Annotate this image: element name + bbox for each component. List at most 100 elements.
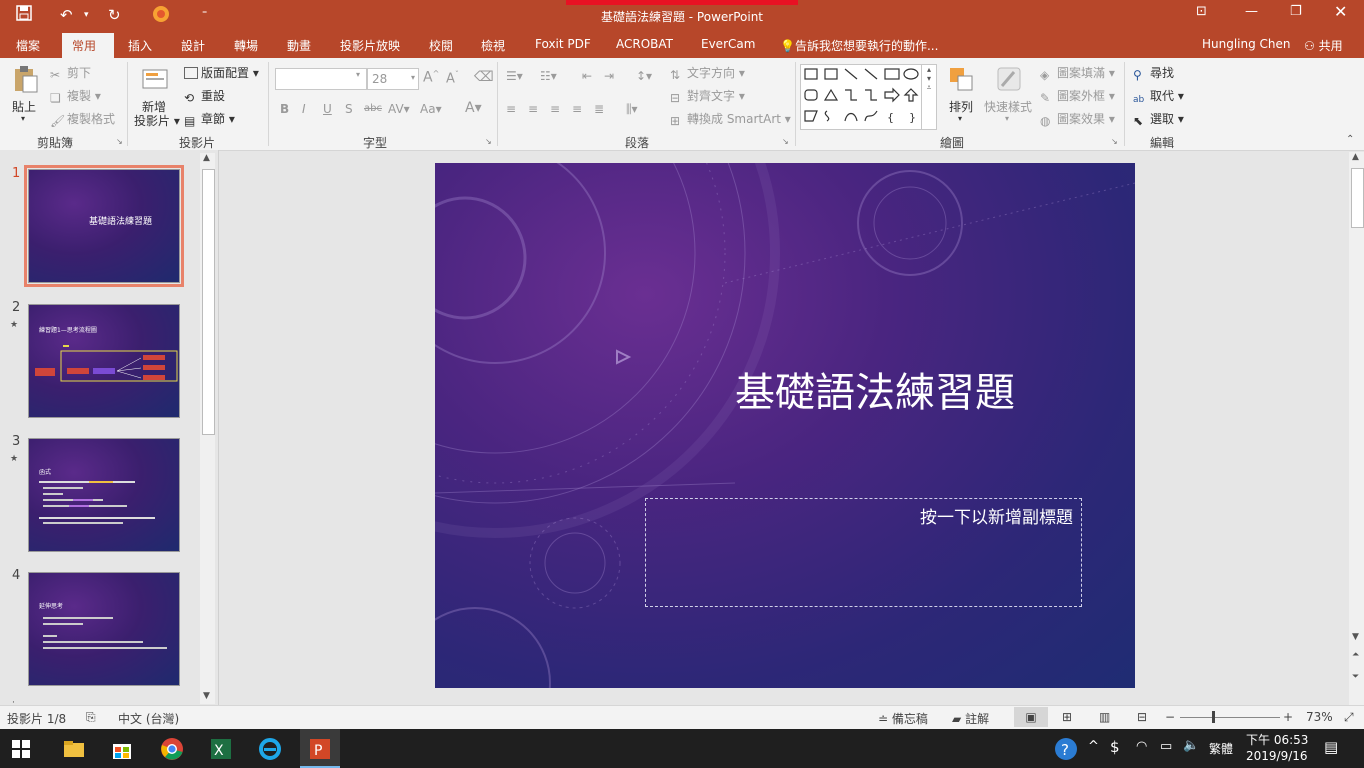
clear-format-icon[interactable]: ⌫ (474, 69, 494, 85)
powerpoint-taskbar-button[interactable]: P (300, 729, 340, 768)
tab-view[interactable]: 檢視 (481, 37, 505, 54)
paste-icon[interactable] (10, 64, 40, 94)
line-spacing-icon[interactable]: ↕▾ (636, 69, 652, 83)
tab-foxit[interactable]: Foxit PDF (535, 37, 591, 51)
paste-dropdown-icon[interactable]: ▾ (21, 114, 25, 123)
decrease-indent-icon[interactable]: ⇤ (582, 69, 592, 83)
shrink-font-icon[interactable]: Aˇ (446, 70, 459, 86)
currency-icon[interactable]: $ (1110, 738, 1120, 756)
font-name-dropdown-icon[interactable]: ▾ (356, 70, 360, 79)
slide-thumbnail-2[interactable]: 練習題1—思考流程圖 (28, 304, 180, 418)
chrome-icon[interactable] (160, 737, 184, 761)
align-right-icon[interactable]: ≡ (550, 102, 560, 116)
align-text-button[interactable]: ⊟ 對齊文字 ▾ (670, 87, 745, 105)
slide-title[interactable]: 基礎語法練習題 (675, 360, 1075, 418)
shape-outline-button[interactable]: ✎ 圖案外框 ▾ (1040, 87, 1115, 105)
select-button[interactable]: ⬉ 選取 ▾ (1133, 110, 1184, 128)
cut-button[interactable]: ✂ 剪下 (50, 64, 91, 82)
close-icon[interactable]: ✕ (1334, 2, 1347, 21)
bullets-icon[interactable]: ☰▾ (506, 69, 523, 83)
file-explorer-icon[interactable] (62, 737, 86, 761)
battery-icon[interactable]: ▭ (1160, 739, 1172, 754)
tell-me-box[interactable]: 💡告訴我您想要執行的動作... (780, 37, 938, 54)
shape-effects-button[interactable]: ◍ 圖案效果 ▾ (1040, 110, 1115, 128)
tab-animations[interactable]: 動畫 (287, 37, 311, 54)
replace-button[interactable]: ab 取代 ▾ (1133, 87, 1184, 109)
quick-styles-dropdown-icon[interactable]: ▾ (1005, 114, 1009, 123)
align-center-icon[interactable]: ≡ (528, 102, 538, 116)
tab-design[interactable]: 設計 (181, 37, 205, 54)
columns-icon[interactable]: ⫼▾ (626, 102, 638, 117)
comments-button[interactable]: ▰ 註解 (952, 710, 989, 727)
change-case-icon[interactable]: Aa▾ (420, 102, 442, 116)
wifi-icon[interactable]: ◠ (1136, 739, 1147, 754)
help-icon[interactable]: ? (1054, 737, 1078, 761)
italic-icon[interactable]: I (302, 102, 306, 116)
thumbnail-scrollbar[interactable]: ▲ ▼ (200, 153, 215, 704)
slide-canvas[interactable]: 基礎語法練習題 按一下以新增副標題 (435, 163, 1135, 688)
spellcheck-icon[interactable]: ⎘ (86, 710, 96, 725)
strikethrough-icon[interactable]: abc (364, 103, 382, 114)
notification-icon[interactable]: ▤ (1324, 738, 1338, 756)
distributed-icon[interactable]: ≣ (594, 102, 604, 116)
slide-thumbnail-3[interactable]: 函式 (28, 438, 180, 552)
drawing-launcher-icon[interactable]: ↘ (1111, 137, 1118, 146)
paste-button[interactable]: 貼上 (12, 98, 36, 115)
grow-font-icon[interactable]: A^ (423, 69, 439, 86)
font-name-input[interactable] (275, 68, 367, 90)
new-slide-label2[interactable]: 投影片 ▾ (134, 112, 180, 129)
shapes-gallery[interactable]: { } (800, 64, 922, 130)
layout-button[interactable]: 版面配置 ▾ (184, 64, 259, 81)
tab-review[interactable]: 校閱 (429, 37, 453, 54)
quick-styles-button[interactable]: 快速樣式 (984, 98, 1032, 115)
reset-button[interactable]: ⟲ 重設 (184, 87, 225, 105)
arrange-dropdown-icon[interactable]: ▾ (958, 114, 962, 123)
slide-thumbnail-1[interactable]: 基礎語法練習題 (24, 165, 184, 287)
tab-evercam[interactable]: EverCam (701, 37, 755, 51)
align-left-icon[interactable]: ≡ (506, 102, 516, 116)
slide-sorter-icon[interactable]: ⊞ (1062, 710, 1072, 724)
scroll-down-icon[interactable]: ▼ (203, 691, 210, 701)
subtitle-placeholder[interactable]: 按一下以新增副標題 (645, 498, 1082, 607)
excel-icon[interactable]: X (209, 737, 233, 761)
windows-start-icon[interactable] (12, 740, 30, 758)
zoom-slider-track[interactable] (1180, 717, 1280, 718)
font-size-input[interactable]: 28 ▾ (367, 68, 419, 90)
previous-slide-icon[interactable]: ⏶ (1352, 650, 1359, 660)
tab-insert[interactable]: 插入 (128, 37, 152, 54)
tab-file[interactable]: 檔案 (16, 37, 40, 54)
ribbon-display-icon[interactable]: ⊡ (1196, 4, 1207, 19)
shape-fill-button[interactable]: ◈ 圖案填滿 ▾ (1040, 64, 1115, 82)
chevron-up-icon[interactable]: ^ (1088, 739, 1099, 754)
volume-icon[interactable]: 🔈 (1183, 738, 1199, 753)
clipboard-launcher-icon[interactable]: ↘ (116, 137, 123, 146)
char-spacing-icon[interactable]: AV▾ (388, 102, 410, 116)
font-size-dropdown-icon[interactable]: ▾ (411, 73, 415, 82)
quick-styles-icon[interactable] (994, 64, 1024, 94)
shadow-icon[interactable]: S (345, 102, 353, 116)
zoom-level[interactable]: 73% (1306, 710, 1333, 724)
scroll-up-icon[interactable]: ▲ (203, 153, 210, 163)
clock-time[interactable]: 下午 06:53 (1246, 731, 1308, 748)
normal-view-icon[interactable]: ▣ (1014, 707, 1048, 727)
restore-icon[interactable]: ❐ (1290, 4, 1302, 19)
copy-button[interactable]: ❏ 複製 ▾ (50, 87, 101, 105)
format-painter-button[interactable]: 🖌 複製格式 (50, 110, 115, 128)
ime-indicator[interactable]: 繁體 (1209, 740, 1233, 757)
zoom-out-icon[interactable]: − (1165, 710, 1175, 724)
language-indicator[interactable]: 中文 (台灣) (118, 710, 179, 727)
section-button[interactable]: ▤ 章節 ▾ (184, 110, 235, 128)
smartart-button[interactable]: ⊞ 轉換成 SmartArt ▾ (670, 110, 791, 128)
reading-view-icon[interactable]: ▥ (1099, 710, 1110, 724)
scroll-thumb[interactable] (202, 169, 215, 435)
tab-home[interactable]: 常用 (62, 33, 114, 58)
numbering-icon[interactable]: ☷▾ (540, 69, 557, 83)
text-direction-button[interactable]: ⇅ 文字方向 ▾ (670, 64, 745, 82)
shapes-gallery-scroll[interactable]: ▴ ▾ ⩡ (921, 64, 937, 130)
zoom-in-icon[interactable]: + (1283, 710, 1293, 724)
scroll-down-icon[interactable]: ▼ (1352, 632, 1359, 642)
next-slide-icon[interactable]: ⏷ (1352, 672, 1359, 682)
scroll-thumb[interactable] (1351, 168, 1364, 228)
font-color-icon[interactable]: A▾ (465, 100, 482, 116)
scroll-up-icon[interactable]: ▲ (1352, 152, 1359, 162)
